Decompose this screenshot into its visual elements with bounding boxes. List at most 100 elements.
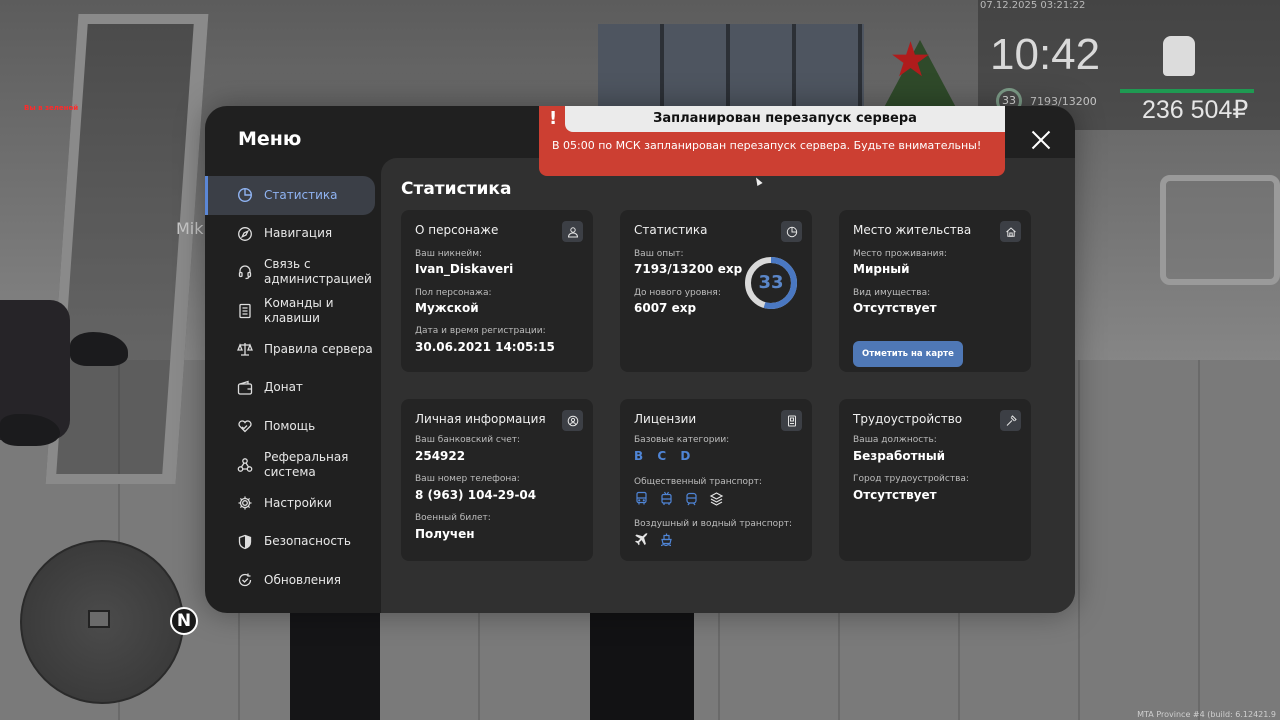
sidebar-item-label: Донат xyxy=(264,380,303,395)
network-icon xyxy=(237,457,253,473)
next-level-label: До нового уровня: xyxy=(634,288,721,298)
bank-label: Ваш банковский счет: xyxy=(415,435,521,445)
level-number: 33 xyxy=(758,272,784,293)
npc-name: Mik xyxy=(176,219,204,238)
mark-on-map-button[interactable]: Отметить на карте xyxy=(853,341,963,367)
home-icon xyxy=(1000,221,1021,242)
plane-icon xyxy=(634,532,649,547)
license-icon xyxy=(781,410,802,431)
boat-icon xyxy=(659,532,674,547)
military-value: Получен xyxy=(415,527,475,541)
sidebar-item-settings[interactable]: Настройки xyxy=(205,484,381,523)
sidebar-item-label: Безопасность xyxy=(264,534,351,549)
sidebar-item-label: Команды и клавиши xyxy=(264,295,334,325)
property-value: Отсутствует xyxy=(853,301,937,315)
sidebar-item-donate[interactable]: Донат xyxy=(205,369,381,408)
notification-title: Запланирован перезапуск сервера xyxy=(565,106,1005,132)
hud-datetime: 07.12.2025 03:21:22 xyxy=(980,0,1086,11)
card-title: О персонаже xyxy=(415,223,499,237)
sidebar-item-label: Реферальная система xyxy=(264,449,349,479)
license-category: C xyxy=(657,449,669,463)
hud-money: 236 504₽ xyxy=(1142,96,1249,124)
air-water-transport-icons xyxy=(634,532,674,547)
gender-label: Пол персонажа: xyxy=(415,288,492,298)
sidebar-item-rules[interactable]: Правила сервера xyxy=(205,330,381,369)
card-personal: Личная информация Ваш банковский счет: 2… xyxy=(401,399,593,561)
phone-label: Ваш номер телефона: xyxy=(415,474,520,484)
license-category: D xyxy=(680,449,693,463)
sidebar-item-support[interactable]: Связь с администрацией xyxy=(205,253,381,292)
sidebar-item-navigation[interactable]: Навигация xyxy=(205,215,381,254)
hammer-icon xyxy=(1000,410,1021,431)
player-tag: Вы в зеленой xyxy=(24,104,79,112)
card-title: Личная информация xyxy=(415,412,546,426)
sidebar-item-label: Навигация xyxy=(264,226,333,241)
exp-label: Ваш опыт: xyxy=(634,249,684,259)
position-label: Ваша должность: xyxy=(853,435,937,445)
bus-icon xyxy=(634,491,649,506)
close-button[interactable] xyxy=(1027,126,1055,154)
user-icon xyxy=(562,221,583,242)
sidebar-item-updates[interactable]: Обновления xyxy=(205,561,381,600)
background-chairs xyxy=(1160,175,1280,285)
public-transport-icons xyxy=(634,491,724,506)
tram-icon xyxy=(684,491,699,506)
registration-value: 30.06.2021 14:05:15 xyxy=(415,340,555,354)
restart-notification: ! Запланирован перезапуск сервера В 05:0… xyxy=(539,106,1005,176)
position-value: Безработный xyxy=(853,449,946,463)
metro-icon xyxy=(709,491,724,506)
nickname-value: Ivan_Diskaveri xyxy=(415,262,514,276)
stats-content: Статистика О персонаже Ваш никнейм: Ivan… xyxy=(381,158,1075,613)
menu-modal: Меню Статистика Навигация Связь с админи… xyxy=(205,106,1075,613)
sidebar-item-label: Помощь xyxy=(264,418,316,433)
health-bar xyxy=(1120,89,1254,93)
chart-pie-icon xyxy=(781,221,802,242)
card-residence: Место жительства Место проживания: Мирны… xyxy=(839,210,1031,372)
registration-label: Дата и время регистрации: xyxy=(415,326,546,336)
user-circle-icon xyxy=(562,410,583,431)
wallet-icon xyxy=(237,380,253,396)
sidebar-item-security[interactable]: Безопасность xyxy=(205,523,381,562)
nickname-label: Ваш никнейм: xyxy=(415,249,483,259)
sidebar-item-commands[interactable]: Команды и клавиши xyxy=(205,292,381,331)
sidebar-item-statistics[interactable]: Статистика xyxy=(205,176,375,215)
air-water-transport-label: Воздушный и водный транспорт: xyxy=(634,519,793,529)
shield-icon xyxy=(237,534,253,550)
bank-value: 254922 xyxy=(415,449,466,463)
gender-value: Мужской xyxy=(415,301,479,315)
next-level-value: 6007 exp xyxy=(634,301,697,315)
military-label: Военный билет: xyxy=(415,513,491,523)
sidebar-item-help[interactable]: Помощь xyxy=(205,407,381,446)
north-marker: N xyxy=(170,607,198,635)
fist-icon xyxy=(1163,36,1195,76)
notification-message: В 05:00 по МСК запланирован перезапуск с… xyxy=(552,139,982,152)
phone-value: 8 (963) 104-29-04 xyxy=(415,488,537,502)
alert-icon: ! xyxy=(549,108,558,129)
residence-label: Место проживания: xyxy=(853,249,947,259)
public-transport-label: Общественный транспорт: xyxy=(634,477,762,487)
card-title: Лицензии xyxy=(634,412,697,426)
page-title: Статистика xyxy=(401,179,512,199)
sidebar-item-label: Связь с администрацией xyxy=(264,257,372,287)
menu-sidebar: Статистика Навигация Связь с администрац… xyxy=(205,176,381,600)
sidebar-item-referral[interactable]: Реферальная система xyxy=(205,446,381,485)
build-info: MTA Province #4 (build: 6.12421.9 xyxy=(1137,710,1276,719)
work-city-label: Город трудоустройства: xyxy=(853,474,969,484)
trolleybus-icon xyxy=(659,491,674,506)
document-icon xyxy=(237,303,253,319)
sidebar-item-label: Статистика xyxy=(264,187,338,202)
chart-pie-icon xyxy=(237,187,253,203)
card-title: Трудоустройство xyxy=(853,412,963,426)
card-character: О персонаже Ваш никнейм: Ivan_Diskaveri … xyxy=(401,210,593,372)
compass-icon xyxy=(237,226,253,242)
refresh-check-icon xyxy=(237,572,253,588)
license-category: B xyxy=(634,449,646,463)
home-icon xyxy=(88,610,110,628)
sidebar-item-label: Обновления xyxy=(264,572,342,587)
card-title: Статистика xyxy=(634,223,708,237)
card-title: Место жительства xyxy=(853,223,972,237)
character-legs xyxy=(290,612,380,720)
card-employment: Трудоустройство Ваша должность: Безработ… xyxy=(839,399,1031,561)
exp-value: 7193/13200 exp xyxy=(634,262,743,276)
work-city-value: Отсутствует xyxy=(853,488,937,502)
